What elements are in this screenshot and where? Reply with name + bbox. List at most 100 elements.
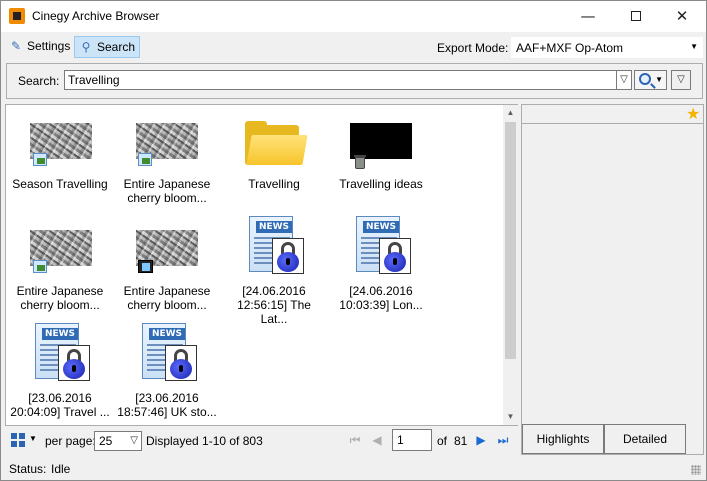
result-label-line1: Travelling bbox=[248, 177, 300, 191]
result-item[interactable]: Entire Japanese cherry bloom... bbox=[117, 226, 217, 316]
maximize-button[interactable] bbox=[613, 1, 659, 32]
tab-highlights[interactable]: Highlights bbox=[522, 424, 604, 454]
view-mode-button[interactable]: ▼ bbox=[11, 432, 37, 448]
magnifier-icon: ⚲ bbox=[81, 40, 91, 54]
result-label-line2: 18:57:46] UK sto... bbox=[117, 405, 217, 419]
details-header: ★ bbox=[522, 105, 703, 124]
result-item[interactable]: Travelling bbox=[224, 119, 324, 209]
result-label-line2: cherry bloom... bbox=[127, 191, 207, 205]
result-item[interactable]: Season Travelling bbox=[10, 119, 110, 209]
tab-detailed[interactable]: Detailed bbox=[604, 424, 686, 454]
result-label-line1: [24.06.2016 bbox=[242, 284, 306, 298]
result-label-line1: [24.06.2016 bbox=[349, 284, 413, 298]
scroll-thumb[interactable] bbox=[505, 122, 516, 359]
displayed-count: Displayed 1-10 of 803 bbox=[146, 434, 263, 448]
chevron-down-icon: ▼ bbox=[29, 434, 37, 443]
minimize-button[interactable]: — bbox=[565, 1, 611, 32]
search-expand-button[interactable]: ▽ bbox=[671, 70, 691, 90]
details-panel: ★ Highlights Detailed bbox=[521, 104, 704, 455]
search-history-dropdown[interactable]: ▽ bbox=[617, 70, 632, 90]
star-icon[interactable]: ★ bbox=[686, 105, 700, 123]
close-button[interactable]: ✕ bbox=[659, 1, 705, 32]
result-label-line1: Entire Japanese bbox=[16, 284, 104, 298]
total-pages: 81 bbox=[454, 434, 468, 448]
grid-view-icon bbox=[11, 433, 25, 447]
result-label-line1: Travelling ideas bbox=[339, 177, 423, 191]
last-page-icon[interactable]: ⏭ bbox=[495, 432, 511, 448]
title-bar: Cinegy Archive Browser — ✕ bbox=[1, 1, 706, 32]
search-go-button[interactable]: ▼ bbox=[634, 70, 667, 90]
lock-icon bbox=[379, 238, 411, 274]
wrench-icon: ✎ bbox=[10, 39, 22, 53]
first-page-icon[interactable]: ⏮ bbox=[347, 432, 363, 448]
current-page-input[interactable]: 1 bbox=[392, 429, 432, 451]
search-mode-button[interactable]: ⚲ Search bbox=[74, 36, 141, 58]
search-mode-label: Search bbox=[97, 40, 136, 54]
app-window: Cinegy Archive Browser — ✕ ✎ Settings ⚲ … bbox=[0, 0, 707, 481]
result-item[interactable]: Entire Japanese cherry bloom... bbox=[10, 226, 110, 316]
result-item[interactable]: NEWS [23.06.2016 18:57:46] UK sto... bbox=[117, 323, 217, 423]
scroll-down-icon[interactable]: ▼ bbox=[503, 409, 518, 425]
chevron-down-icon: ▽ bbox=[130, 435, 138, 446]
result-label-line2: 20:04:09] Travel ... bbox=[10, 405, 110, 419]
news-band-text: NEWS bbox=[42, 328, 78, 340]
search-label: Search: bbox=[18, 74, 60, 88]
settings-button[interactable]: ✎ Settings bbox=[5, 36, 74, 58]
pager-bar: ▼ per page: 25 ▽ Displayed 1-10 of 803 ⏮… bbox=[5, 427, 518, 453]
result-label-line2: cherry bloom... bbox=[127, 298, 207, 312]
settings-label: Settings bbox=[27, 39, 71, 53]
lock-icon bbox=[165, 345, 197, 381]
result-item[interactable]: NEWS [24.06.2016 12:56:15] The Lat... bbox=[224, 216, 324, 326]
result-label-line1: Entire Japanese bbox=[123, 284, 211, 298]
result-label-line2: 10:03:39] Lon... bbox=[339, 298, 423, 312]
magnifier-icon bbox=[639, 73, 651, 85]
resize-grip-icon[interactable] bbox=[691, 465, 701, 475]
chevron-down-icon: ▼ bbox=[655, 75, 663, 84]
per-page-select[interactable]: 25 ▽ bbox=[94, 431, 142, 451]
next-page-icon[interactable]: ▶ bbox=[473, 432, 489, 448]
status-bar: Status: Idle bbox=[1, 457, 706, 481]
lock-icon bbox=[58, 345, 90, 381]
image-icon bbox=[138, 153, 152, 166]
details-tabs: Highlights Detailed bbox=[522, 424, 703, 454]
export-mode-value: AAF+MXF Op-Atom bbox=[516, 41, 624, 55]
per-page-label: per page: bbox=[45, 434, 96, 448]
per-page-value: 25 bbox=[99, 434, 113, 448]
app-icon bbox=[9, 8, 25, 24]
results-grid[interactable]: Season Travelling Entire Japanese cherry… bbox=[5, 104, 518, 426]
of-label: of bbox=[437, 434, 448, 448]
prev-page-icon[interactable]: ◀ bbox=[369, 432, 385, 448]
scroll-up-icon[interactable]: ▲ bbox=[503, 105, 518, 121]
result-item[interactable]: Entire Japanese cherry bloom... bbox=[117, 119, 217, 209]
chevron-down-icon: ▽ bbox=[677, 74, 685, 85]
export-mode-label: Export Mode: bbox=[437, 41, 509, 55]
black-thumbnail bbox=[350, 123, 412, 159]
result-item[interactable]: NEWS [23.06.2016 20:04:09] Travel ... bbox=[10, 323, 110, 423]
news-band-text: NEWS bbox=[149, 328, 185, 340]
image-icon bbox=[33, 260, 47, 273]
result-label-line1: [23.06.2016 bbox=[135, 391, 199, 405]
maximize-icon bbox=[631, 11, 641, 21]
search-input[interactable]: Travelling bbox=[64, 70, 617, 90]
result-label-line1: [23.06.2016 bbox=[28, 391, 92, 405]
result-item[interactable]: Travelling ideas bbox=[331, 119, 431, 209]
image-icon bbox=[33, 153, 47, 166]
results-scrollbar[interactable]: ▲ ▼ bbox=[503, 105, 518, 425]
news-band-text: NEWS bbox=[256, 221, 292, 233]
result-label-line2: 12:56:15] The Lat... bbox=[237, 298, 311, 326]
status-value: Idle bbox=[51, 462, 71, 476]
chevron-down-icon: ▽ bbox=[620, 74, 628, 85]
result-label-line1: Entire Japanese bbox=[123, 177, 211, 191]
lock-icon bbox=[272, 238, 304, 274]
export-mode-select[interactable]: AAF+MXF Op-Atom ▼ bbox=[511, 37, 703, 58]
folder-icon bbox=[245, 121, 308, 165]
result-item[interactable]: NEWS [24.06.2016 10:03:39] Lon... bbox=[331, 216, 431, 316]
chevron-down-icon: ▼ bbox=[690, 42, 698, 51]
search-query: Travelling bbox=[68, 73, 120, 87]
result-label-line2: cherry bloom... bbox=[20, 298, 100, 312]
trash-icon bbox=[354, 155, 366, 169]
window-title: Cinegy Archive Browser bbox=[32, 9, 160, 23]
result-label-line1: Season Travelling bbox=[12, 177, 108, 191]
search-bar: Search: Travelling ▽ ▼ ▽ bbox=[6, 63, 703, 99]
video-icon bbox=[138, 260, 153, 273]
